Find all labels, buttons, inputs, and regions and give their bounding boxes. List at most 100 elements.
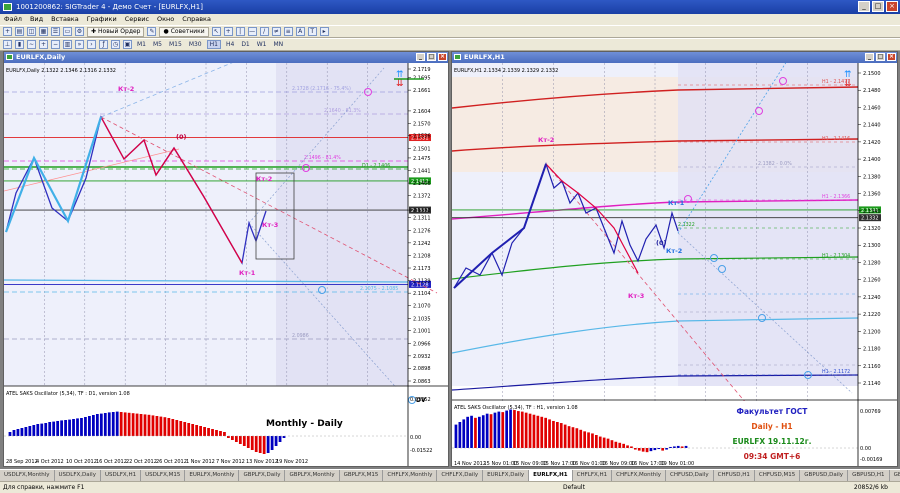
chart-tab[interactable]: GBPLFX,Daily: [239, 470, 286, 481]
expert-advisors-button[interactable]: ● Советники: [159, 26, 209, 37]
fibonacci-icon[interactable]: ≡: [283, 27, 293, 36]
tf-m1[interactable]: M1: [135, 41, 148, 48]
tf-h4[interactable]: H4: [224, 41, 236, 48]
chart-minimize-button[interactable]: _: [416, 53, 425, 61]
menu-insert[interactable]: Вставка: [51, 14, 79, 25]
meta-editor-icon[interactable]: ✎: [147, 27, 157, 36]
oscillator-title: ATEL SAKS Oscillator (5,34), TF : H1, ve…: [454, 405, 578, 411]
templates-icon[interactable]: ▣: [123, 40, 132, 49]
new-chart-icon[interactable]: +: [3, 27, 12, 36]
close-button[interactable]: ×: [886, 1, 898, 12]
vertical-line-icon[interactable]: |: [235, 27, 245, 36]
profiles-icon[interactable]: ▤: [15, 27, 24, 36]
terminal-icon[interactable]: ▭: [63, 27, 72, 36]
zoom-out-icon[interactable]: −: [51, 40, 60, 49]
chart-tab[interactable]: CHFUSD,Daily: [666, 470, 714, 481]
label-tool-icon[interactable]: T: [307, 27, 317, 36]
equidistant-channel-icon[interactable]: ≠: [271, 27, 281, 36]
navigator-icon[interactable]: ☰: [51, 27, 60, 36]
chart-tab[interactable]: EURLFX,Daily: [483, 470, 530, 481]
tile-windows-icon[interactable]: ▥: [63, 40, 72, 49]
crosshair-icon[interactable]: +: [223, 27, 233, 36]
chart-tab[interactable]: USDLFX,M15: [141, 470, 186, 481]
menu-tools[interactable]: Сервис: [125, 14, 149, 25]
cursor-icon[interactable]: ↖: [211, 27, 221, 36]
wave-label: Кт-3: [628, 292, 644, 300]
chart-tab[interactable]: CHFLFX,Daily: [437, 470, 484, 481]
h1-chart-canvas[interactable]: 2.13412.1332H1 - 2.1477H1 - 2.1416H1 - 2…: [451, 52, 897, 467]
oscillator-bar: [103, 413, 107, 436]
chart-tab[interactable]: USDLFX,Monthly: [0, 470, 55, 481]
chart-tab[interactable]: EURLFX,H1: [529, 470, 573, 481]
chart-close-button[interactable]: ×: [438, 53, 447, 61]
fib-level-label: H1 - 2.1416: [822, 136, 850, 142]
chart-window-daily[interactable]: EURLFX,Daily _ □ × 2.1531 2.1412 2.1332 2.1…: [3, 32, 449, 467]
oscillator-bar: [610, 440, 614, 448]
chart-tab[interactable]: GBPUSD,Daily: [800, 470, 849, 481]
price-tick-label: 2.0966: [413, 341, 431, 347]
oscillator-bar: [203, 427, 206, 436]
chart-tab[interactable]: EURLFX,Monthly: [185, 470, 240, 481]
bar-chart-icon[interactable]: ⊥: [3, 40, 12, 49]
tf-mn[interactable]: MN: [272, 41, 286, 48]
chart-tab[interactable]: GBPLFX,Monthly: [285, 470, 340, 481]
new-order-button[interactable]: ✚ Новый Ордер: [87, 26, 145, 37]
chart-tab[interactable]: USDLFX,H1: [101, 470, 142, 481]
oscillator-bar: [622, 443, 625, 448]
minimize-button[interactable]: _: [858, 1, 870, 12]
text-tool-icon[interactable]: A: [295, 27, 305, 36]
menu-window[interactable]: Окно: [157, 14, 174, 25]
daily-chart-canvas[interactable]: 2.15312.14122.13322.11282.1728 (2.1716 -…: [3, 32, 448, 466]
expert-advisors-label: Советники: [170, 28, 205, 35]
chart-maximize-button[interactable]: □: [876, 53, 885, 61]
chart-tab[interactable]: GBPLFX,M15: [340, 470, 384, 481]
maximize-button[interactable]: □: [872, 1, 884, 12]
market-watch-icon[interactable]: ◫: [27, 27, 36, 36]
price-tick-label: 2.1340: [863, 209, 881, 215]
chart-close-button[interactable]: ×: [887, 53, 896, 61]
tf-d1[interactable]: D1: [239, 41, 251, 48]
tf-m30[interactable]: M30: [187, 41, 204, 48]
tf-m5[interactable]: M5: [151, 41, 164, 48]
chart-window-daily-titlebar[interactable]: EURLFX,Daily _ □ ×: [4, 52, 448, 63]
chart-minimize-button[interactable]: _: [865, 53, 874, 61]
chart-maximize-button[interactable]: □: [427, 53, 436, 61]
chart-tab[interactable]: CHFLFX,Monthly: [383, 470, 438, 481]
chart-tab[interactable]: CHFUSD,M15: [755, 470, 801, 481]
oscillator-bar: [207, 428, 210, 436]
oscillator-bar: [575, 428, 579, 448]
tf-m15[interactable]: M15: [167, 41, 184, 48]
indicators-icon[interactable]: ƒ: [99, 40, 108, 49]
status-bar: Для справки, нажмите F1 Default 20852/6 …: [0, 481, 900, 493]
chart-window-h1[interactable]: EURLFX,H1 _ □ × 2.1341 2.1332 H1 - 2.1477 H…: [451, 51, 898, 467]
periods-icon[interactable]: ◷: [111, 40, 120, 49]
candlesticks-icon[interactable]: ▮: [15, 40, 24, 49]
chart-tab[interactable]: USDLFX,Daily: [55, 470, 101, 481]
oscillator-bar: [254, 436, 258, 452]
horizontal-line-icon[interactable]: —: [247, 27, 257, 36]
oscillator-bar: [12, 430, 16, 436]
chart-shift-icon[interactable]: ›: [87, 40, 96, 49]
menu-charts[interactable]: Графики: [87, 14, 117, 25]
chart-tab[interactable]: CHFLFX,Monthly: [612, 470, 667, 481]
autoscroll-icon[interactable]: »: [75, 40, 84, 49]
chart-tab[interactable]: CHFUSD,H1: [714, 470, 755, 481]
menu-help[interactable]: Справка: [182, 14, 211, 25]
zoom-in-icon[interactable]: +: [39, 40, 48, 49]
chart-tab[interactable]: CHFLFX,H1: [573, 470, 613, 481]
menu-view[interactable]: Вид: [30, 14, 43, 25]
tf-w1[interactable]: W1: [255, 41, 269, 48]
arrows-tool-icon[interactable]: ▸: [319, 27, 329, 36]
line-chart-icon[interactable]: ∼: [27, 40, 36, 49]
data-window-icon[interactable]: ▦: [39, 27, 48, 36]
trendline-icon[interactable]: /: [259, 27, 269, 36]
strategy-tester-icon[interactable]: ⚙: [75, 27, 84, 36]
chart-tab[interactable]: GBPUSD,H1: [848, 470, 890, 481]
menu-file[interactable]: Файл: [4, 14, 22, 25]
chart-tab[interactable]: GBPUSD,M15: [890, 470, 900, 481]
price-tick-label: 2.0898: [413, 366, 431, 372]
oscillator-bar: [606, 438, 610, 448]
tf-h1[interactable]: H1: [206, 40, 221, 49]
chart-window-h1-titlebar[interactable]: EURLFX,H1 _ □ ×: [452, 52, 897, 63]
price-tick-label: 2.1536: [413, 134, 431, 140]
